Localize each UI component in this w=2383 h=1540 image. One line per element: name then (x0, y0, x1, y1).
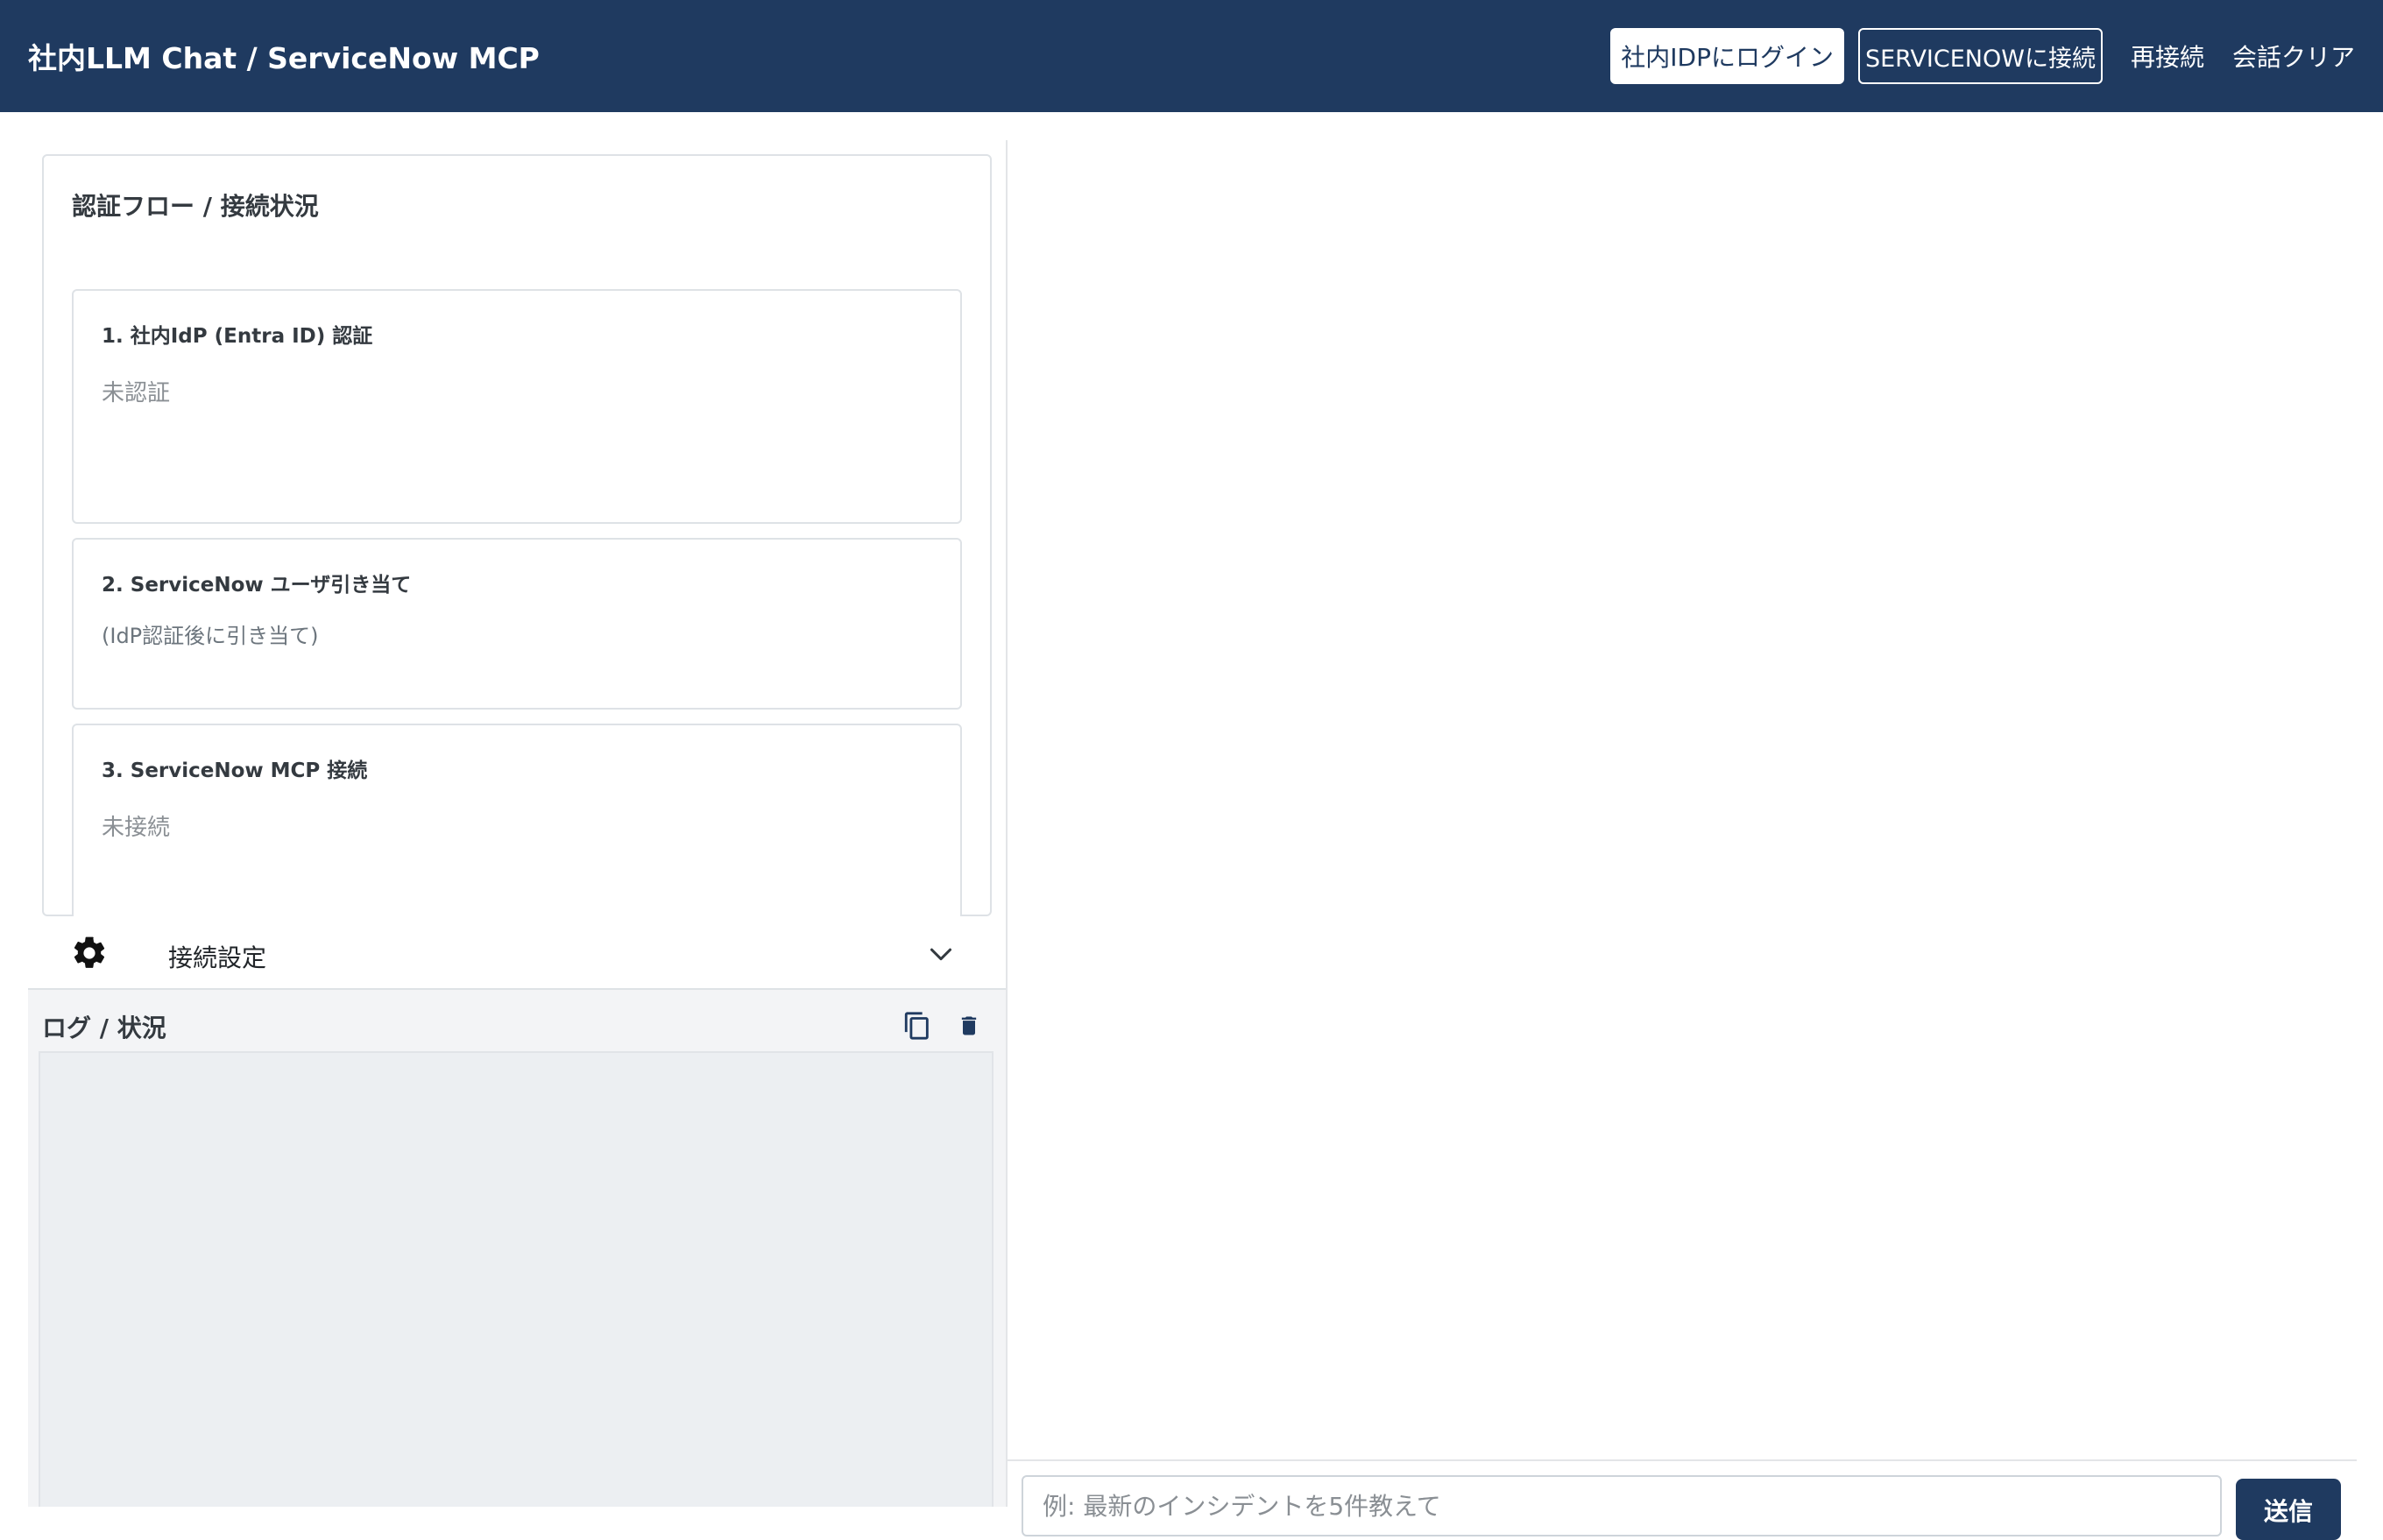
send-button[interactable]: 送信 (2236, 1479, 2341, 1540)
step-title: 3. ServiceNow MCP 接続 (102, 759, 368, 782)
chevron-down-icon (930, 948, 952, 961)
connection-settings-toggle[interactable]: 接続設定 (28, 916, 1006, 990)
step-idp-auth: 1. 社内IdP (Entra ID) 認証 未認証 (72, 289, 962, 524)
step-title: 1. 社内IdP (Entra ID) 認証 (102, 325, 373, 348)
log-title: ログ / 状況 (42, 1014, 166, 1042)
copy-icon[interactable] (902, 1009, 932, 1042)
header-actions: 社内IDPにログイン SERVICENOWに接続 再接続 会話クリア (1596, 0, 2355, 112)
step-mcp-connection: 3. ServiceNow MCP 接続 未接続 (72, 724, 962, 930)
step-servicenow-user: 2. ServiceNow ユーザ引き当て (IdP認証後に引き当て) (72, 538, 962, 710)
gear-icon (74, 936, 105, 968)
idp-login-button[interactable]: 社内IDPにログイン (1610, 28, 1844, 84)
auth-flow-title: 認証フロー / 接続状況 (72, 192, 319, 221)
step-title: 2. ServiceNow ユーザ引き当て (102, 574, 412, 597)
left-sidebar: 認証フロー / 接続状況 1. 社内IdP (Entra ID) 認証 未認証 … (28, 112, 1006, 1507)
reconnect-button[interactable]: 再接続 (2131, 39, 2204, 74)
step-status: (IdP認証後に引き当て) (102, 624, 319, 648)
chat-message-input[interactable] (1022, 1475, 2222, 1536)
servicenow-connect-button[interactable]: SERVICENOWに接続 (1857, 28, 2103, 84)
app-title: 社内LLM Chat / ServiceNow MCP (28, 41, 540, 75)
connection-settings-label: 接続設定 (168, 943, 267, 972)
clear-conversation-button[interactable]: 会話クリア (2232, 39, 2355, 74)
log-output-area[interactable] (39, 1051, 994, 1507)
chat-footer-divider (1008, 1459, 2357, 1461)
step-status: 未接続 (102, 815, 171, 841)
top-navbar: 社内LLM Chat / ServiceNow MCP 社内IDPにログイン S… (0, 0, 2383, 112)
auth-flow-card: 認証フロー / 接続状況 1. 社内IdP (Entra ID) 認証 未認証 … (42, 154, 992, 930)
column-divider (1006, 140, 1008, 1507)
step-status: 未認証 (102, 380, 171, 406)
log-panel: ログ / 状況 (28, 990, 1006, 1507)
trash-icon[interactable] (957, 1011, 981, 1041)
